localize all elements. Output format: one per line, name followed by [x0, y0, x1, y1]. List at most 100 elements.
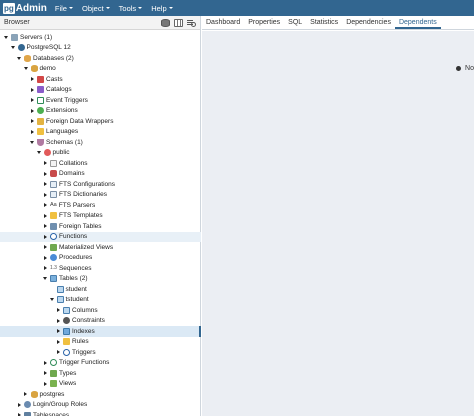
chevron-right-icon[interactable]: [42, 369, 48, 377]
tree-node-label: public: [52, 149, 70, 157]
proc-icon: [50, 254, 57, 262]
chevron-down-icon[interactable]: [42, 275, 48, 283]
tree-node-postgresql-12[interactable]: PostgreSQL 12: [0, 43, 201, 54]
chevron-down-icon[interactable]: [3, 33, 9, 41]
tree-node-tables-2[interactable]: Tables (2): [0, 274, 201, 285]
database-icon[interactable]: [161, 18, 170, 27]
menu-tools[interactable]: Tools: [119, 4, 143, 13]
menu-help[interactable]: Help: [151, 4, 173, 13]
chevron-down-icon[interactable]: [23, 65, 29, 73]
tree-node-tablespaces[interactable]: Tablespaces: [0, 410, 201, 416]
chevron-right-icon[interactable]: [29, 117, 35, 125]
chevron-right-icon[interactable]: [42, 201, 48, 209]
chevron-right-icon[interactable]: [29, 75, 35, 83]
tab-statistics[interactable]: Statistics: [306, 19, 342, 29]
chevron-right-icon[interactable]: [42, 264, 48, 272]
tree-node-languages[interactable]: Languages: [0, 127, 201, 138]
tree-node-servers-1[interactable]: Servers (1): [0, 32, 201, 43]
tree-node-extensions[interactable]: Extensions: [0, 106, 201, 117]
chevron-right-icon[interactable]: [42, 222, 48, 230]
tree-node-trigger-functions[interactable]: Trigger Functions: [0, 358, 201, 369]
fdw-icon: [37, 117, 44, 125]
tree-node-domains[interactable]: Domains: [0, 169, 201, 180]
chevron-down-icon[interactable]: [29, 138, 35, 146]
chevron-down-icon[interactable]: [10, 44, 16, 52]
chevron-right-icon[interactable]: [29, 107, 35, 115]
tree-node-postgres[interactable]: postgres: [0, 389, 201, 400]
chevron-right-icon[interactable]: [42, 212, 48, 220]
menu-file[interactable]: File: [55, 4, 73, 13]
tab-dependencies[interactable]: Dependencies: [342, 19, 395, 29]
browser-header: Browser: [0, 16, 200, 30]
tab-dependents[interactable]: Dependents: [394, 19, 441, 29]
chevron-right-icon[interactable]: [16, 401, 22, 409]
chevron-right-icon[interactable]: [29, 86, 35, 94]
main-panel: Dashboard Properties SQL Statistics Dependen…: [202, 16, 474, 416]
tree-node-fts-configurations[interactable]: FTS Configurations: [0, 179, 201, 190]
tree-node-columns[interactable]: Columns: [0, 305, 201, 316]
browser-panel: Browser Servers (1) PostgreSQL 12 Database…: [0, 16, 201, 416]
tree-node-catalogs[interactable]: Catalogs: [0, 85, 201, 96]
tree-node-databases-2[interactable]: Databases (2): [0, 53, 201, 64]
chevron-right-icon[interactable]: [55, 317, 61, 325]
chevron-right-icon[interactable]: [42, 233, 48, 241]
tree-node-views[interactable]: Views: [0, 379, 201, 390]
tree-node-foreign-data-wrappers[interactable]: Foreign Data Wrappers: [0, 116, 201, 127]
tree-node-label: Collations: [59, 159, 88, 167]
chevron-right-icon[interactable]: [42, 159, 48, 167]
chevron-right-icon[interactable]: [55, 348, 61, 356]
menu-object[interactable]: Object: [82, 4, 110, 13]
tree-node-tstudent[interactable]: tstudent: [0, 295, 201, 306]
chevron-right-icon[interactable]: [42, 380, 48, 388]
tree-node-public[interactable]: public: [0, 148, 201, 159]
chevron-right-icon[interactable]: [55, 327, 61, 335]
chevron-down-icon[interactable]: [49, 296, 55, 304]
chevron-right-icon[interactable]: [42, 180, 48, 188]
view-data-icon[interactable]: [174, 18, 183, 27]
tree-node-label: tstudent: [65, 296, 89, 304]
chevron-right-icon[interactable]: [42, 359, 48, 367]
tree-node-collations[interactable]: Collations: [0, 158, 201, 169]
tree-node-types[interactable]: Types: [0, 368, 201, 379]
chevron-right-icon[interactable]: [29, 128, 35, 136]
tree-node-schemas-1[interactable]: Schemas (1): [0, 137, 201, 148]
tree-node-label: Sequences: [58, 264, 92, 272]
chevron-right-icon[interactable]: [29, 96, 35, 104]
chevron-right-icon[interactable]: [23, 390, 29, 398]
tree-node-fts-dictionaries[interactable]: FTS Dictionaries: [0, 190, 201, 201]
tree-node-indexes[interactable]: Indexes: [0, 326, 201, 337]
chevron-right-icon[interactable]: [42, 191, 48, 199]
chevron-right-icon[interactable]: [16, 411, 22, 416]
content-area: No: [202, 31, 474, 416]
tree-node-rules[interactable]: Rules: [0, 337, 201, 348]
tab-dashboard[interactable]: Dashboard: [202, 19, 244, 29]
tree-node-event-triggers[interactable]: Event Triggers: [0, 95, 201, 106]
tree-node-label: student: [65, 285, 87, 293]
tree-node-sequences[interactable]: 1.3 Sequences: [0, 263, 201, 274]
tree-node-fts-parsers[interactable]: Aa FTS Parsers: [0, 200, 201, 211]
chevron-right-icon[interactable]: [42, 254, 48, 262]
tree-node-demo[interactable]: demo: [0, 64, 201, 75]
tree-node-fts-templates[interactable]: FTS Templates: [0, 211, 201, 222]
tree-node-functions[interactable]: Functions: [0, 231, 201, 242]
chevron-right-icon[interactable]: [42, 243, 48, 251]
db-icon: [30, 390, 38, 398]
tab-properties[interactable]: Properties: [244, 19, 284, 29]
tree-node-foreign-tables[interactable]: Foreign Tables: [0, 221, 201, 232]
tree-node-materialized-views[interactable]: Materialized Views: [0, 242, 201, 253]
chevron-right-icon[interactable]: [55, 338, 61, 346]
chevron-right-icon[interactable]: [42, 170, 48, 178]
chevron-down-icon[interactable]: [36, 149, 42, 157]
tree-node-casts[interactable]: Casts: [0, 74, 201, 85]
tree-node-triggers[interactable]: Triggers: [0, 347, 201, 358]
query-tool-icon[interactable]: [187, 19, 196, 27]
chevron-right-icon[interactable]: [55, 306, 61, 314]
tree-node-login-group-roles[interactable]: Login/Group Roles: [0, 400, 201, 411]
tree-node-constraints[interactable]: Constraints: [0, 316, 201, 327]
tree-node-student[interactable]: student: [0, 284, 201, 295]
tab-sql[interactable]: SQL: [284, 19, 306, 29]
tree-node-procedures[interactable]: Procedures: [0, 253, 201, 264]
pgadmin-logo[interactable]: pg Admin: [0, 0, 47, 16]
chevron-down-icon[interactable]: [16, 54, 22, 62]
